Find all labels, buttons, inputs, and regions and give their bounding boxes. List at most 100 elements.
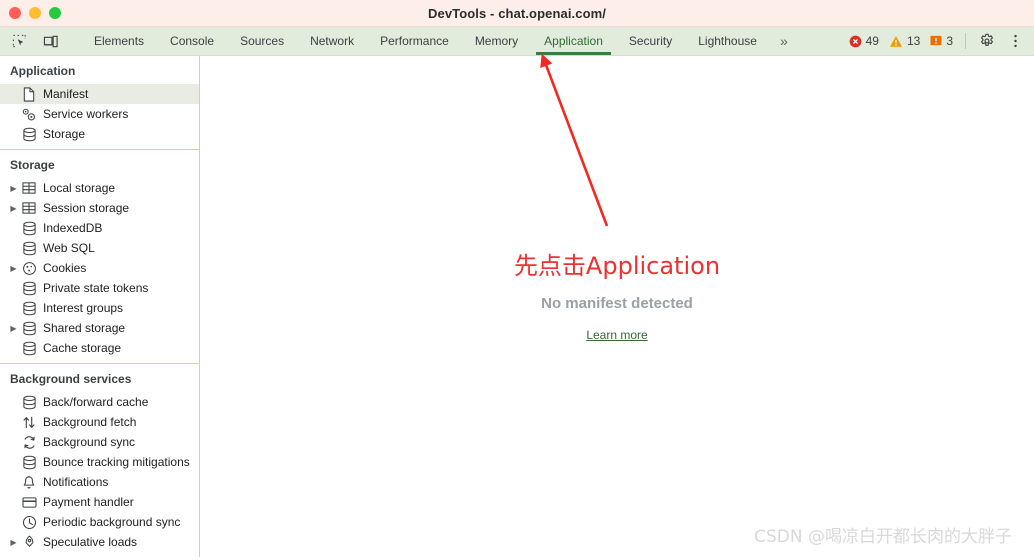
issue-counter[interactable]: 3 [926, 34, 957, 48]
sidebar-item-background-sync[interactable]: ▶ Background sync [0, 432, 199, 452]
sidebar-item-label: Service workers [43, 107, 129, 121]
issue-icon [930, 35, 942, 46]
expand-caret[interactable]: ▶ [8, 204, 19, 213]
expand-caret[interactable]: ▶ [8, 264, 19, 273]
sidebar-item-manifest[interactable]: ▶ Manifest [0, 84, 199, 104]
sidebar-item-label: Background sync [43, 435, 136, 449]
sidebar-item-session-storage[interactable]: ▶ Session storage [0, 198, 199, 218]
tab-network[interactable]: Network [297, 27, 367, 55]
error-count: 49 [865, 34, 879, 48]
toolbar-left-icons [0, 27, 81, 55]
database-icon [19, 241, 39, 256]
sidebar-item-label: Payment handler [43, 495, 134, 509]
sidebar-item-label: Speculative loads [43, 535, 138, 549]
document-icon [19, 86, 39, 102]
gears-icon [19, 107, 39, 122]
table-icon [19, 181, 39, 195]
credit-card-icon [19, 496, 39, 509]
tab-security[interactable]: Security [616, 27, 685, 55]
panel-tabs: Elements Console Sources Network Perform… [81, 27, 798, 55]
tab-memory[interactable]: Memory [462, 27, 531, 55]
database-icon [19, 455, 39, 470]
traffic-lights [9, 0, 61, 26]
device-toolbar-icon[interactable] [38, 30, 64, 52]
sync-icon [19, 435, 39, 450]
sidebar-item-label: Interest groups [43, 301, 124, 315]
tab-sources[interactable]: Sources [227, 27, 297, 55]
sidebar-item-indexeddb[interactable]: ▶ IndexedDB [0, 218, 199, 238]
warning-icon [889, 35, 902, 47]
database-icon [19, 281, 39, 296]
sidebar-item-local-storage[interactable]: ▶ Local storage [0, 178, 199, 198]
no-manifest-message: No manifest detected [541, 295, 693, 312]
tab-application[interactable]: Application [531, 27, 616, 55]
content-area: Application ▶ Manifest ▶ Service workers… [0, 56, 1034, 557]
more-tabs-button[interactable]: » [770, 27, 798, 55]
expand-caret[interactable]: ▶ [8, 538, 19, 547]
toolbar-right-group: 49 13 3 [845, 27, 1034, 55]
sidebar-item-shared-storage[interactable]: ▶ Shared storage [0, 318, 199, 338]
titlebar: DevTools - chat.openai.com/ [0, 0, 1034, 27]
sidebar-item-label: Web SQL [43, 241, 95, 255]
section-title-background-services: Background services [10, 372, 132, 386]
learn-more-link[interactable]: Learn more [586, 328, 647, 342]
error-counter[interactable]: 49 [845, 34, 883, 48]
sidebar-item-label: Private state tokens [43, 281, 149, 295]
minimize-button[interactable] [29, 7, 41, 19]
zoom-button[interactable] [49, 7, 61, 19]
arrows-updown-icon [19, 415, 39, 430]
clock-icon [19, 515, 39, 530]
close-button[interactable] [9, 7, 21, 19]
sidebar-item-label: Back/forward cache [43, 395, 149, 409]
sidebar-item-label: Session storage [43, 201, 130, 215]
sidebar-item-private-state-tokens[interactable]: ▶ Private state tokens [0, 278, 199, 298]
section-title-storage: Storage [10, 158, 55, 172]
sidebar-item-speculative-loads[interactable]: ▶ Speculative loads [0, 532, 199, 552]
toolbar-divider-right [965, 33, 966, 49]
sidebar-item-label: Notifications [43, 475, 109, 489]
more-vertical-icon[interactable] [1002, 30, 1028, 52]
sidebar-item-cache-storage[interactable]: ▶ Cache storage [0, 338, 199, 358]
error-icon [849, 35, 861, 47]
sidebar-item-label: Cookies [43, 261, 87, 275]
devtools-toolbar: Elements Console Sources Network Perform… [0, 27, 1034, 56]
expand-caret[interactable]: ▶ [8, 184, 19, 193]
cookie-icon [19, 261, 39, 276]
sidebar-item-payment-handler[interactable]: ▶ Payment handler [0, 492, 199, 512]
tab-elements[interactable]: Elements [81, 27, 157, 55]
tab-performance[interactable]: Performance [367, 27, 462, 55]
database-icon [19, 321, 39, 336]
inspect-element-icon[interactable] [6, 30, 32, 52]
sidebar-item-periodic-background-sync[interactable]: ▶ Periodic background sync [0, 512, 199, 532]
tab-lighthouse[interactable]: Lighthouse [685, 27, 770, 55]
gear-icon[interactable] [974, 30, 1000, 52]
sidebar-item-web-sql[interactable]: ▶ Web SQL [0, 238, 199, 258]
sidebar-item-back-forward-cache[interactable]: ▶ Back/forward cache [0, 392, 199, 412]
sidebar-item-label: Periodic background sync [43, 515, 181, 529]
manifest-empty-state: 先点击Application No manifest detected Lear… [200, 246, 1034, 344]
sidebar-item-service-workers[interactable]: ▶ Service workers [0, 104, 199, 124]
database-icon [19, 221, 39, 236]
sidebar-item-interest-groups[interactable]: ▶ Interest groups [0, 298, 199, 318]
tab-console[interactable]: Console [157, 27, 227, 55]
database-icon [19, 127, 39, 142]
sidebar-item-label: Background fetch [43, 415, 137, 429]
sidebar-item-background-fetch[interactable]: ▶ Background fetch [0, 412, 199, 432]
warning-count: 13 [906, 34, 921, 48]
application-sidebar[interactable]: Application ▶ Manifest ▶ Service workers… [0, 56, 200, 557]
sidebar-item-cookies[interactable]: ▶ Cookies [0, 258, 199, 278]
sidebar-item-storage[interactable]: ▶ Storage [0, 124, 199, 144]
sidebar-item-bounce-tracking-mitigations[interactable]: ▶ Bounce tracking mitigations [0, 452, 199, 472]
issue-count: 3 [946, 34, 953, 48]
sidebar-item-notifications[interactable]: ▶ Notifications [0, 472, 199, 492]
warning-counter[interactable]: 13 [885, 34, 924, 48]
manifest-panel: 先点击Application No manifest detected Lear… [200, 56, 1034, 557]
sidebar-item-label: Bounce tracking mitigations [43, 455, 190, 469]
database-icon [19, 301, 39, 316]
database-icon [19, 395, 39, 410]
window-title: DevTools - chat.openai.com/ [428, 5, 606, 21]
sidebar-item-label: Manifest [43, 87, 89, 101]
devtools-window: DevTools - chat.openai.com/ Elements Con… [0, 0, 1034, 557]
expand-caret[interactable]: ▶ [8, 324, 19, 333]
sidebar-item-label: Shared storage [43, 321, 126, 335]
